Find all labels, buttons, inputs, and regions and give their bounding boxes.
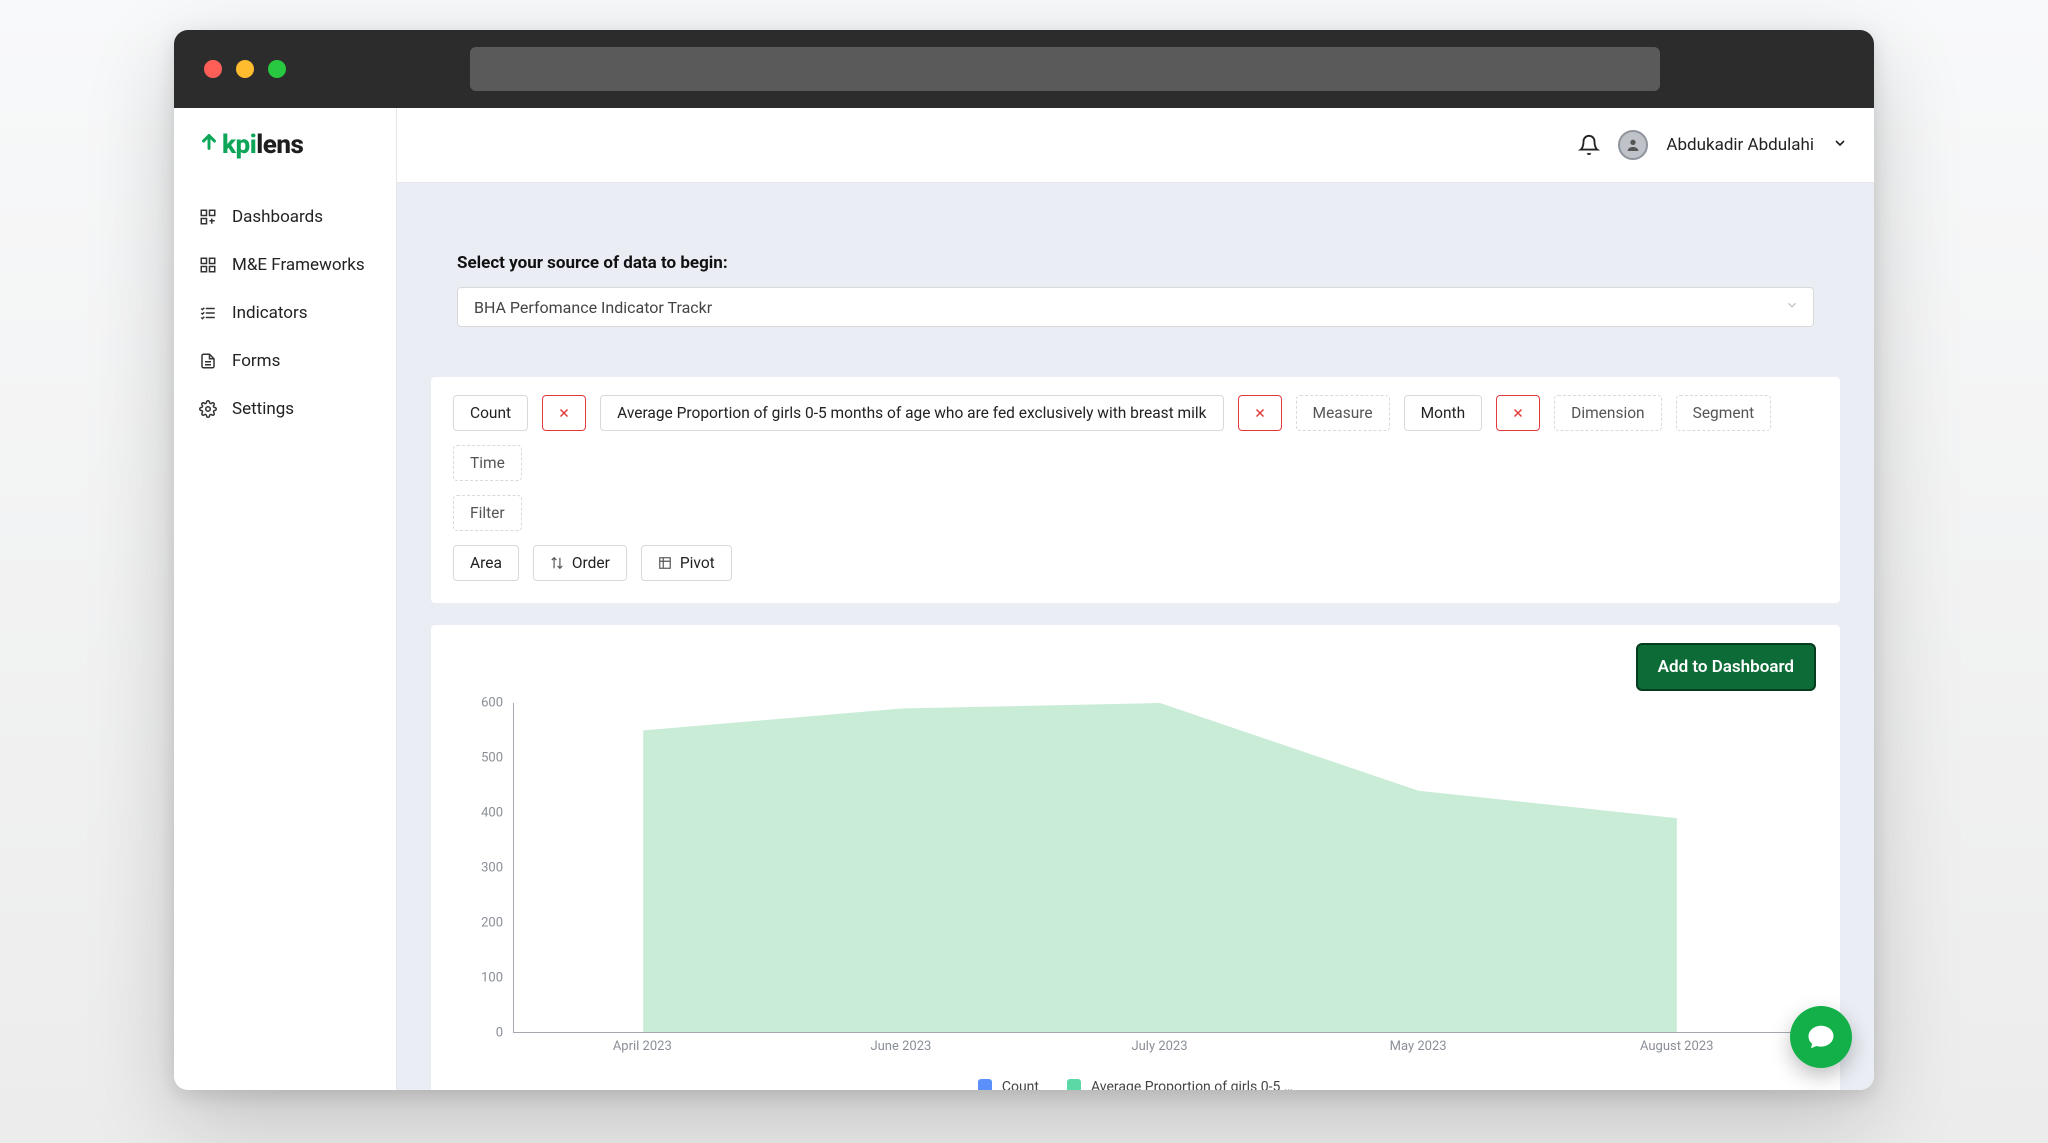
sidebar: kpilens Dashboards M&E Frameworks	[174, 108, 397, 1090]
y-tick: 200	[455, 916, 503, 931]
x-tick: May 2023	[1390, 1039, 1447, 1054]
chart-x-axis: April 2023 June 2023 July 2023 May 2023 Augu…	[513, 1039, 1806, 1059]
chip-pivot[interactable]: Pivot	[641, 545, 732, 581]
source-selected-value: BHA Perfomance Indicator Trackr	[474, 298, 712, 317]
y-tick: 300	[455, 861, 503, 876]
chart-legend: Count Average Proportion of girls 0-5 …	[455, 1079, 1816, 1090]
y-tick: 400	[455, 806, 503, 821]
sidebar-item-frameworks[interactable]: M&E Frameworks	[174, 241, 396, 289]
x-tick: August 2023	[1640, 1039, 1713, 1054]
brand-text-kpi: kpi	[222, 130, 256, 160]
sidebar-item-indicators[interactable]: Indicators	[174, 289, 396, 337]
chip-order[interactable]: Order	[533, 545, 627, 581]
query-builder-card: Count Average Proportion of girls 0-5 mo…	[431, 377, 1840, 603]
chip-indicator-remove[interactable]	[1238, 395, 1282, 431]
chip-time[interactable]: Time	[453, 445, 522, 481]
topbar: Abdukadir Abdulahi	[397, 108, 1874, 183]
source-select[interactable]: BHA Perfomance Indicator Trackr	[457, 287, 1814, 327]
sidebar-item-label: Dashboards	[232, 207, 323, 227]
chip-segment[interactable]: Segment	[1676, 395, 1772, 431]
browser-address-bar[interactable]	[470, 47, 1660, 91]
sidebar-item-label: M&E Frameworks	[232, 255, 365, 275]
chip-pivot-label: Pivot	[680, 554, 715, 572]
pivot-icon	[658, 556, 672, 570]
sidebar-item-label: Settings	[232, 399, 294, 419]
y-tick: 100	[455, 971, 503, 986]
sidebar-item-settings[interactable]: Settings	[174, 385, 396, 433]
chart: 0100200300400500600 April 2023June 2023J…	[455, 703, 1816, 1073]
source-block: Select your source of data to begin: BHA…	[397, 183, 1874, 377]
sidebar-item-label: Forms	[232, 351, 280, 371]
avatar[interactable]	[1618, 130, 1648, 160]
chip-month-remove[interactable]	[1496, 395, 1540, 431]
chevron-down-icon	[1785, 298, 1799, 316]
legend-swatch-blue	[978, 1079, 992, 1090]
chart-y-axis: 0100200300400500600	[455, 703, 503, 1033]
sidebar-nav: Dashboards M&E Frameworks Indicators	[174, 183, 396, 433]
bell-icon[interactable]	[1578, 134, 1600, 156]
chip-order-label: Order	[572, 554, 610, 572]
x-tick: April 2023	[613, 1039, 672, 1054]
sidebar-item-label: Indicators	[232, 303, 308, 323]
chart-plot-area	[513, 703, 1806, 1033]
legend-item-proportion: Average Proportion of girls 0-5 …	[1067, 1079, 1293, 1090]
x-tick: July 2023	[1131, 1039, 1187, 1054]
y-tick: 0	[455, 1026, 503, 1041]
window-minimize-dot[interactable]	[236, 60, 254, 78]
file-icon	[198, 351, 218, 371]
app-window: kpilens Dashboards M&E Frameworks	[174, 30, 1874, 1090]
y-tick: 600	[455, 696, 503, 711]
legend-item-count: Count	[978, 1079, 1039, 1090]
window-titlebar	[174, 30, 1874, 108]
add-to-dashboard-button[interactable]: Add to Dashboard	[1636, 643, 1816, 691]
brand-text-lens: lens	[256, 130, 303, 160]
sidebar-item-dashboards[interactable]: Dashboards	[174, 193, 396, 241]
sort-icon	[550, 556, 564, 570]
chip-count-remove[interactable]	[542, 395, 586, 431]
grid-icon	[198, 255, 218, 275]
gear-icon	[198, 399, 218, 419]
chip-count[interactable]: Count	[453, 395, 528, 431]
legend-label: Average Proportion of girls 0-5 …	[1091, 1079, 1293, 1090]
chip-indicator[interactable]: Average Proportion of girls 0-5 months o…	[600, 395, 1223, 431]
dashboard-icon	[198, 207, 218, 227]
chip-month[interactable]: Month	[1404, 395, 1483, 431]
chip-dimension[interactable]: Dimension	[1554, 395, 1661, 431]
main-pane: Abdukadir Abdulahi Select your source of…	[397, 108, 1874, 1090]
chat-fab[interactable]	[1790, 1006, 1852, 1068]
content-area: Select your source of data to begin: BHA…	[397, 183, 1874, 1090]
y-tick: 500	[455, 751, 503, 766]
chip-area[interactable]: Area	[453, 545, 519, 581]
brand-arrow-icon	[198, 130, 220, 160]
source-label: Select your source of data to begin:	[457, 253, 1814, 273]
sidebar-item-forms[interactable]: Forms	[174, 337, 396, 385]
chip-filter[interactable]: Filter	[453, 495, 522, 531]
window-zoom-dot[interactable]	[268, 60, 286, 78]
legend-swatch-green	[1067, 1079, 1081, 1090]
chart-card: Add to Dashboard 0 100 200 300 400 500 600 Apr…	[431, 625, 1840, 1090]
legend-label: Count	[1002, 1079, 1039, 1090]
user-name: Abdukadir Abdulahi	[1666, 135, 1814, 155]
chevron-down-icon[interactable]	[1832, 135, 1848, 155]
brand-logo: kpilens	[174, 108, 396, 183]
window-close-dot[interactable]	[204, 60, 222, 78]
x-tick: June 2023	[870, 1039, 931, 1054]
checklist-icon	[198, 303, 218, 323]
chip-measure[interactable]: Measure	[1296, 395, 1390, 431]
